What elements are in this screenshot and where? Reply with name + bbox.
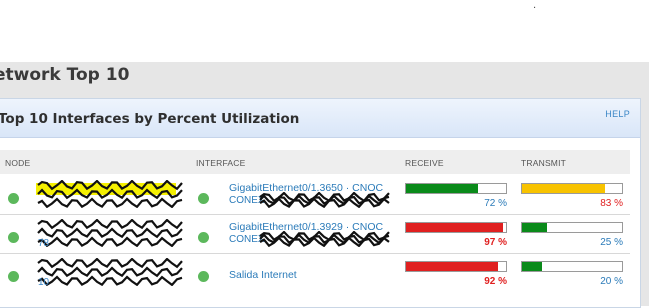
interface-status-icon (198, 193, 209, 204)
table-row: 10 Salida Internet 92 % 20 % (0, 254, 630, 292)
help-link[interactable]: HELP (605, 109, 630, 119)
table-header: NODE INTERFACE RECEIVE TRANSMIT (0, 150, 630, 174)
panel-header: Top 10 Interfaces by Percent Utilization… (0, 99, 640, 138)
receive-percent: 72 % (484, 198, 507, 209)
interface-redacted (258, 231, 393, 247)
transmit-bar-fill (522, 184, 605, 193)
transmit-percent: 20 % (600, 276, 623, 287)
interface-status-icon (198, 232, 209, 243)
receive-percent: 92 % (484, 276, 507, 287)
node-name-redacted[interactable] (36, 180, 186, 208)
col-receive[interactable]: RECEIVE (405, 158, 444, 168)
panel-title: Top 10 Interfaces by Percent Utilization (0, 111, 300, 127)
table-row: GigabitEthernet0/1.3650 · CNOC CONEX 72 % 8… (0, 176, 630, 214)
corner-mark: . (533, 0, 537, 11)
transmit-bar (521, 261, 623, 272)
receive-bar (405, 183, 507, 194)
node-name-fragment: 10 (38, 277, 50, 288)
transmit-bar (521, 222, 623, 233)
node-status-icon (8, 193, 19, 204)
receive-bar (405, 222, 507, 233)
interface-redacted (258, 192, 393, 208)
receive-percent: 97 % (484, 237, 507, 248)
transmit-bar (521, 183, 623, 194)
interface-status-icon (198, 271, 209, 282)
transmit-bar-fill (522, 262, 542, 271)
node-name-redacted[interactable] (36, 219, 186, 247)
node-status-icon (8, 232, 19, 243)
node-name-redacted[interactable] (36, 258, 186, 286)
transmit-percent: 83 % (600, 198, 623, 209)
col-transmit[interactable]: TRANSMIT (521, 158, 566, 168)
page-title: etwork Top 10 (0, 65, 130, 85)
receive-bar-fill (406, 262, 498, 271)
node-status-icon (8, 271, 19, 282)
col-node[interactable]: NODE (5, 158, 30, 168)
receive-bar-fill (406, 184, 478, 193)
interface-link[interactable]: Salida Internet (229, 269, 297, 281)
receive-bar-fill (406, 223, 503, 232)
col-interface[interactable]: INTERFACE (196, 158, 246, 168)
receive-bar (405, 261, 507, 272)
transmit-percent: 25 % (600, 237, 623, 248)
table-row: 78 GigabitEthernet0/1.3929 · CNOC CONEX 97 … (0, 215, 630, 253)
top-interfaces-panel: Top 10 Interfaces by Percent Utilization… (0, 98, 641, 308)
top-area (0, 0, 649, 62)
node-name-fragment: 78 (38, 238, 50, 249)
transmit-bar-fill (522, 223, 547, 232)
